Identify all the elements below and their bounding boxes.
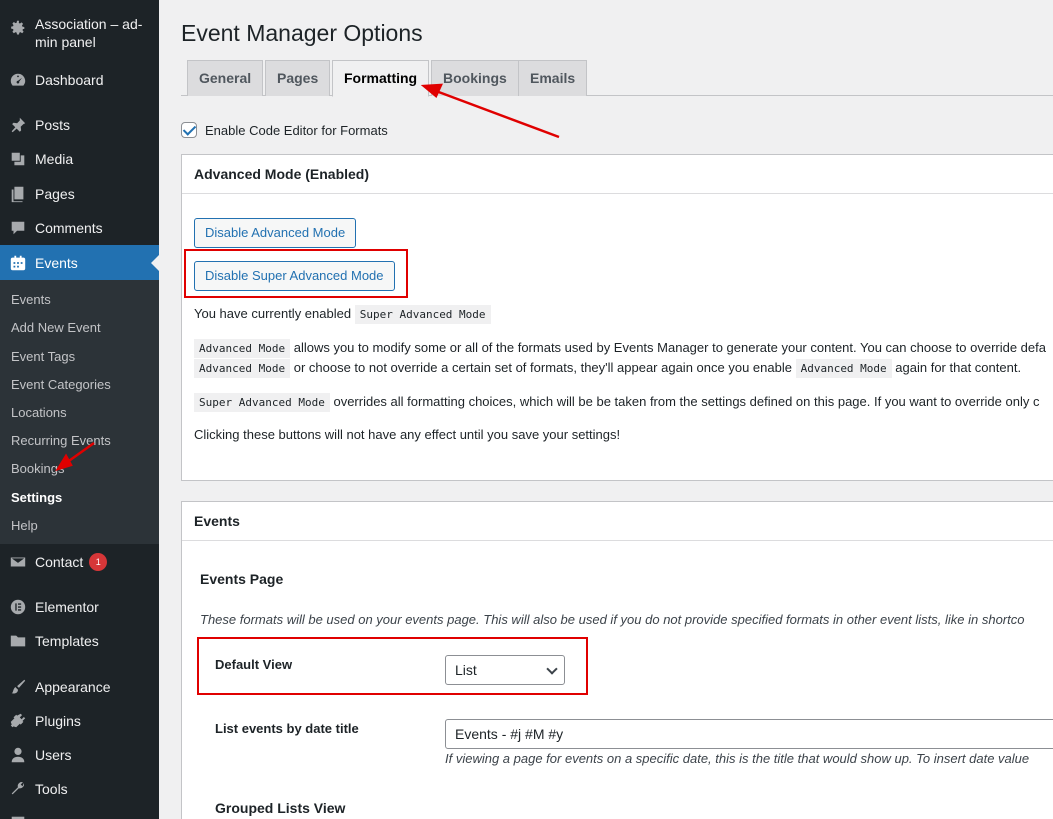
code-advanced-mode: Advanced Mode [194,359,291,378]
submenu-recurring-events[interactable]: Recurring Events [11,433,111,448]
grouped-lists-title: Grouped Lists View [215,800,346,816]
sidebar-item-label: Users [35,747,72,763]
disable-advanced-mode-button[interactable]: Disable Advanced Mode [194,218,357,248]
sidebar-item-elementor[interactable]: Elementor [0,595,159,619]
submenu-locations[interactable]: Locations [11,405,67,420]
sidebar-item-label: Appearance [35,679,111,695]
events-page-title: Events Page [200,571,284,587]
code-editor-checkbox[interactable] [181,122,197,138]
notification-badge: 1 [89,553,108,571]
comments-icon [0,219,35,237]
sidebar-item-label: Media [35,151,74,167]
tab-general[interactable]: General [187,60,264,96]
events-page-description: These formats will be used on your event… [200,612,1025,627]
sidebar-item-pages[interactable]: Pages [0,182,159,206]
sidebar-item-appearance[interactable]: Appearance [0,675,159,699]
events-heading: Events [182,502,1053,541]
advanced-mode-desc-text: or choose to not override a certain set … [293,360,792,375]
submenu-bookings[interactable]: Bookings [11,461,64,476]
calendar-icon [0,254,35,272]
sidebar-item-media[interactable]: Media [0,147,159,171]
advanced-mode-desc-text: again for that content. [895,360,1022,375]
submenu-help[interactable]: Help [11,518,38,533]
code-editor-option: Enable Code Editor for Formats [181,122,388,138]
tab-emails[interactable]: Emails [518,60,588,96]
pin-icon [0,116,35,134]
sidebar-item-events[interactable]: Events [0,245,159,280]
sidebar-item-posts[interactable]: Posts [0,113,159,137]
code-super-advanced-mode: Super Advanced Mode [194,393,330,412]
sidebar-item-contact[interactable]: Contact 1 [0,550,159,574]
page-title: Event Manager Options [181,20,423,46]
elementor-icon [0,598,35,616]
advanced-mode-heading: Advanced Mode (Enabled) [182,155,1053,194]
gear-icon [0,15,35,37]
sidebar-item-label: Plugins [35,713,81,729]
advanced-mode-box: Advanced Mode (Enabled) Disable Advanced… [181,154,1053,481]
sidebar-item-users[interactable]: Users [0,743,159,767]
code-advanced-mode: Advanced Mode [194,339,291,358]
dashboard-icon [0,71,35,89]
main-content: Event Manager Options General Pages Form… [159,0,1053,819]
advanced-mode-desc-text: allows you to modify some or all of the … [293,340,1046,355]
folder-icon [0,632,35,650]
site-title-line1: Association – ad- [35,16,143,32]
tab-formatting[interactable]: Formatting [332,60,430,97]
code-advanced-mode: Advanced Mode [795,359,892,378]
submenu-events[interactable]: Events [11,292,51,307]
tab-bookings[interactable]: Bookings [431,60,519,96]
submenu-settings[interactable]: Settings [11,490,62,505]
current-mode-label: You have currently enabled [194,306,352,321]
advanced-mode-desc-line1: Advanced Mode allows you to modify some … [194,338,1046,359]
user-icon [0,746,35,764]
super-advanced-desc: Super Advanced Mode overrides all format… [194,392,1039,413]
site-title-line2: min panel [35,34,96,50]
code-editor-label: Enable Code Editor for Formats [205,122,388,138]
admin-sidebar: Association – ad-min panel Dashboard Pos… [0,0,159,819]
submenu-event-tags[interactable]: Event Tags [11,349,75,364]
settings-icon [0,814,35,819]
settings-tabs: General Pages Formatting Bookings Emails [181,60,1053,97]
current-mode-code: Super Advanced Mode [354,305,491,324]
current-mode-text: You have currently enabled Super Advance… [194,304,491,325]
sidebar-item-label: Elementor [35,599,99,615]
save-notice: Clicking these buttons will not have any… [194,427,621,442]
list-title-input[interactable]: Events - #j #M #y [445,719,1053,749]
list-title-description: If viewing a page for events on a specif… [445,751,1030,766]
events-submenu: Events Add New Event Event Tags Event Ca… [0,280,159,544]
sidebar-item-settings[interactable] [0,811,159,819]
annotation-box-super-advanced [184,249,408,298]
sidebar-item-label: Events [35,254,78,271]
sidebar-item-plugins[interactable]: Plugins [0,709,159,733]
pages-icon [0,185,35,203]
submenu-event-categories[interactable]: Event Categories [11,377,111,392]
advanced-mode-desc-line2: Advanced Mode or choose to not override … [194,358,1021,379]
list-title-label: List events by date title [215,721,359,736]
sidebar-item-dashboard[interactable]: Dashboard [0,68,159,92]
sidebar-item-comments[interactable]: Comments [0,216,159,240]
super-advanced-desc-text: overrides all formatting choices, which … [333,394,1040,409]
sidebar-item-tools[interactable]: Tools [0,777,159,801]
plugin-icon [0,712,35,730]
tab-pages[interactable]: Pages [265,60,331,96]
brush-icon [0,678,35,696]
submenu-add-new-event[interactable]: Add New Event [11,320,101,335]
sidebar-item-label: Contact [35,554,84,570]
sidebar-item-label: Tools [35,781,68,797]
wrench-icon [0,780,35,798]
sidebar-item-label: Comments [35,220,103,236]
mail-icon [0,553,35,571]
sidebar-item-label: Posts [35,117,71,133]
sidebar-item-label: Dashboard [35,72,104,88]
annotation-box-default-view [197,637,588,695]
media-icon [0,150,35,168]
site-title-item[interactable]: Association – ad-min panel [0,15,159,55]
sidebar-item-templates[interactable]: Templates [0,629,159,653]
sidebar-item-label: Templates [35,633,99,649]
sidebar-item-label: Pages [35,186,75,202]
